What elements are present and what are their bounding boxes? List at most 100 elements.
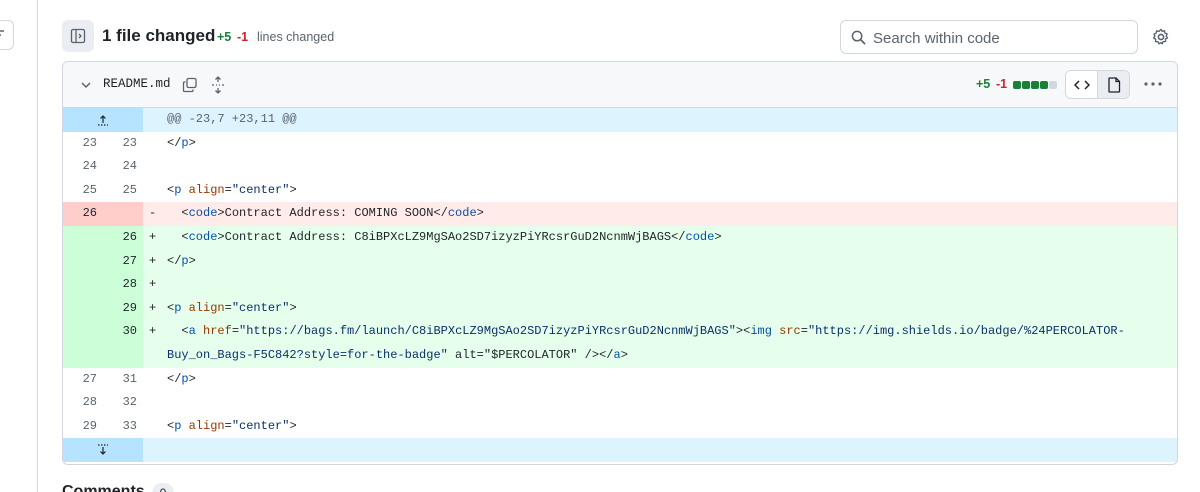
diff-sign: - [149,206,157,221]
toggle-file-tree-button[interactable] [62,20,94,52]
new-line-number[interactable]: 26 [103,225,143,250]
hunk-header-row: @@ -23,7 +23,11 @@ [63,108,1177,132]
old-line-number[interactable]: 23 [63,132,103,156]
new-line-number[interactable]: 29 [103,296,143,321]
diff-line-context: 24 24 [63,155,1177,179]
diff-line-context: 27 31 </p> [63,368,1177,392]
new-line-number[interactable]: 32 [103,391,143,415]
line-code: <a href="https://bags.fm/launch/C8iBPXcL… [167,324,1125,362]
old-line-number[interactable]: 28 [63,391,103,415]
old-line-number[interactable]: 27 [63,368,103,392]
diff-line-deleted: 26 - <code>Contract Address: COMING SOON<… [63,202,1177,226]
diffstat-block [1022,81,1030,89]
file-deletions: -1 [996,77,1008,91]
line-code: <code>Contract Address: COMING SOON</cod… [167,206,484,221]
file-name[interactable]: README.md [103,77,171,91]
kebab-horizontal-icon [1144,82,1162,86]
expand-down-gutter[interactable] [63,438,143,462]
diff-line-added: 29 + <p align="center"> [63,296,1177,321]
expand-up-button[interactable] [95,113,111,127]
new-line-number[interactable]: 23 [103,132,143,156]
source-diff-button[interactable] [1066,71,1098,98]
diff-line-added: 26 + <code>Contract Address: C8iBPXcLZ9Mg… [63,225,1177,250]
gear-icon [1152,28,1169,45]
old-line-number[interactable] [63,320,103,368]
file-header: README.md +5 -1 [63,62,1177,108]
expand-down-row [63,438,1177,462]
diff-line-context: 23 23 </p> [63,132,1177,156]
more-options-button[interactable] [1141,74,1165,94]
code-icon [1073,79,1090,90]
copy-icon [182,77,197,93]
filter-button[interactable] [0,20,14,50]
files-changed-title: 1 file changed [102,26,216,45]
fold-up-icon [98,115,108,126]
additions-count: +5 [217,30,232,44]
settings-button[interactable] [1150,26,1172,48]
new-line-number[interactable]: 27 [103,249,143,274]
file-additions: +5 [976,77,991,91]
rich-diff-button[interactable] [1098,71,1129,98]
new-line-number[interactable]: 33 [103,415,143,439]
file-icon [1107,76,1120,93]
diffstat-block [1031,81,1039,89]
diff-header: 1 file changed +5 -1 lines changed [62,20,1178,54]
old-line-number[interactable] [63,296,103,321]
old-line-number[interactable]: 26 [63,202,103,226]
chevron-down-icon [81,82,91,89]
line-code: </p> [167,135,196,150]
old-line-number[interactable] [63,249,103,274]
search-box[interactable] [840,20,1138,54]
sidebar-expand-icon [70,28,86,44]
line-code: <p align="center"> [167,300,297,315]
comments-count-badge: 0 [152,483,174,492]
lines-changed-label: lines changed [257,30,335,44]
new-line-number[interactable]: 24 [103,155,143,179]
diff-sign: + [149,324,157,339]
line-code: </p> [167,253,196,268]
line-code: <p align="center"> [167,418,297,433]
comments-heading: Comments [62,483,145,492]
old-line-number[interactable]: 25 [63,179,103,203]
diff-table: @@ -23,7 +23,11 @@ 23 23 </p> 24 24 25 25 <p al… [63,108,1177,462]
expand-down-button[interactable] [95,443,111,457]
old-line-number[interactable]: 24 [63,155,103,179]
diffstat-bar [1013,81,1057,89]
new-line-number[interactable]: 25 [103,179,143,203]
old-line-number[interactable]: 29 [63,415,103,439]
diff-line-context: 25 25 <p align="center"> [63,179,1177,203]
line-code: </p> [167,371,196,386]
diff-sign: + [149,229,157,244]
diff-line-context: 29 33 <p align="center"> [63,415,1177,439]
new-line-number[interactable]: 31 [103,368,143,392]
new-line-number[interactable] [103,202,143,226]
new-line-number[interactable]: 28 [103,273,143,297]
hunk-header: @@ -23,7 +23,11 @@ [167,112,297,126]
collapse-file-button[interactable] [77,76,95,94]
diff-line-context: 28 32 [63,391,1177,415]
diffstat-block [1049,81,1057,89]
old-line-number[interactable] [63,273,103,297]
diff-line-added: 27 + </p> [63,249,1177,274]
deletions-count: -1 [237,30,249,44]
diffstat-block [1013,81,1021,89]
left-sidebar [0,0,38,492]
diff-sign: + [149,253,157,268]
expand-up-gutter[interactable] [63,108,143,132]
diff-line-added: 28 + [63,273,1177,297]
new-line-number[interactable]: 30 [103,320,143,368]
fold-down-icon [98,444,108,456]
line-code: <p align="center"> [167,182,297,197]
line-code: <code>Contract Address: C8iBPXcLZ9MgSAo2… [167,229,722,244]
copy-path-button[interactable] [180,75,200,95]
diff-sign: + [149,277,157,292]
expand-all-button[interactable] [209,75,227,95]
filter-icon [0,30,4,36]
unfold-icon [212,76,224,94]
file-diff-card: README.md +5 -1 @@ -23,7 +23,11 @@ 23 23… [62,61,1178,465]
diffstat-block [1040,81,1048,89]
search-icon [851,30,866,45]
view-toggle [1065,70,1130,99]
old-line-number[interactable] [63,225,103,250]
search-input[interactable] [873,27,1123,49]
